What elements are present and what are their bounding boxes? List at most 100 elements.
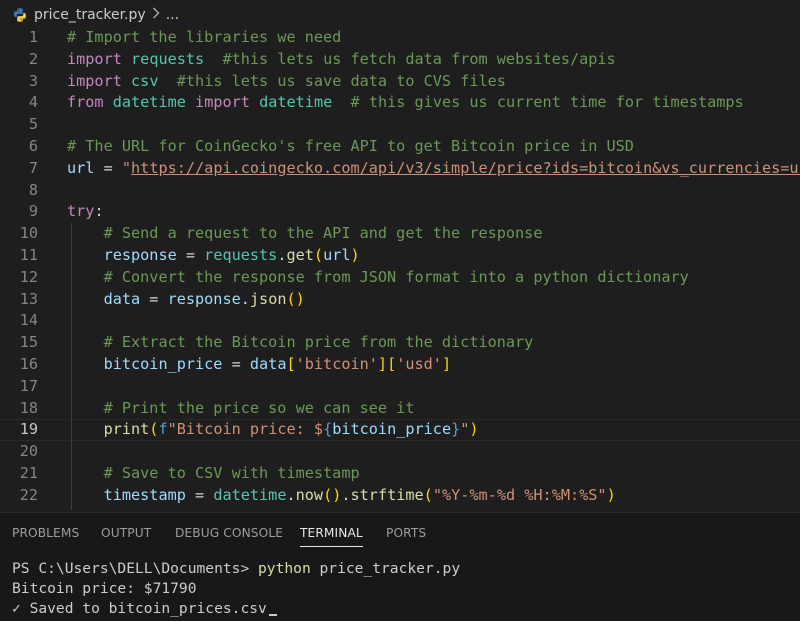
line-number: 22 (19, 485, 38, 504)
code-token: . (286, 485, 296, 504)
code-token: timestamp (103, 485, 186, 504)
tab-terminal[interactable]: TERMINAL (300, 526, 363, 547)
chevron-right-icon (152, 7, 160, 23)
code-token: #this lets us fetch data from websites/a… (222, 49, 616, 68)
code-token: } (451, 420, 461, 439)
tab-problems[interactable]: PROBLEMS (12, 526, 79, 540)
code-line[interactable]: 10 # Send a request to the API and get t… (0, 223, 800, 245)
code-token: # Save to CSV with timestamp (103, 464, 360, 482)
code-line[interactable]: 4 from datetime import datetime # this gi… (0, 92, 800, 114)
line-number: 7 (28, 158, 38, 177)
terminal-command: python (258, 560, 311, 577)
code-token: . (341, 485, 351, 504)
code-token: # Print the price so we can see it (103, 398, 415, 417)
code-text: from datetime import datetime # this giv… (67, 92, 744, 114)
code-text: import requests #this lets us fetch data… (67, 49, 616, 71)
line-number: 23 (0, 507, 38, 510)
code-token: "%Y-%m-%d %H:%M:%S" (432, 485, 607, 504)
code-token: () (323, 485, 342, 504)
code-line[interactable]: 14 (0, 310, 800, 332)
code-token: datetime (213, 485, 287, 504)
code-line[interactable]: 17 (0, 376, 800, 398)
terminal-args: price_tracker.py (310, 560, 461, 577)
code-line[interactable]: 15 # Extract the Bitcoin price from the … (0, 332, 800, 354)
code-line[interactable]: 3 import csv #this lets us save data to C… (0, 71, 800, 93)
code-token: f (158, 420, 168, 439)
tab-output[interactable]: OUTPUT (101, 526, 151, 540)
code-line[interactable]: 9 try: (0, 201, 800, 223)
code-token: requests (131, 49, 205, 68)
code-token: bitcoin_price (332, 420, 452, 439)
line-number: 11 (19, 246, 38, 264)
code-text: # Print the price so we can see it (67, 398, 415, 420)
code-text: import csv #this lets us save data to CV… (67, 71, 506, 93)
code-token: bitcoin_price (103, 355, 223, 373)
code-line[interactable]: 11 response = requests.get(url) (0, 245, 800, 267)
line-number: 3 (28, 71, 38, 90)
code-line[interactable]: 22 timestamp = datetime.now().strftime("… (0, 485, 800, 507)
code-line[interactable]: 20 (0, 441, 800, 463)
line-number: 17 (19, 376, 38, 395)
code-token: data (249, 355, 287, 373)
line-number: 19 (19, 420, 38, 439)
code-token: = (185, 485, 214, 504)
code-line[interactable]: 12 # Convert the response from JSON form… (0, 267, 800, 289)
code-token: url (67, 158, 95, 177)
tab-debug-console[interactable]: DEBUG CONSOLE (175, 526, 283, 540)
code-text: # Save to CSV with timestamp (67, 463, 360, 485)
code-text: try: (67, 201, 104, 223)
code-token: "Bitcoin price: $ (167, 420, 324, 439)
code-token: import (195, 93, 250, 112)
code-token: #this lets us save data to CVS files (176, 71, 506, 90)
terminal-command-line[interactable]: PS C:\Users\DELL\Documents> python price… (12, 559, 460, 579)
code-token: = (176, 246, 205, 264)
code-text: # Extract the Bitcoin price from the dic… (67, 332, 534, 354)
code-token: [ (286, 355, 296, 373)
code-token: 'bitcoin' (295, 355, 378, 373)
code-line[interactable]: 6 # The URL for CoinGecko's free API to g… (0, 136, 800, 158)
terminal-output-saved-text: ✓ Saved to bitcoin_prices.csv (12, 600, 267, 617)
code-line[interactable]: 1 # Import the libraries we need (0, 27, 800, 49)
tab-ports[interactable]: PORTS (386, 526, 426, 540)
code-token: # Extract the Bitcoin price from the dic… (103, 333, 534, 352)
code-line[interactable]: 19 print(f"Bitcoin price: ${bitcoin_pric… (0, 419, 800, 441)
code-line[interactable]: 16 bitcoin_price = data['bitcoin']['usd'… (0, 354, 800, 376)
code-token: url (323, 246, 351, 264)
code-editor[interactable]: 1 # Import the libraries we need 2 import r… (0, 27, 800, 510)
breadcrumb-more[interactable]: ... (166, 7, 179, 23)
code-line[interactable]: 23 # Open (or create) a CSV file to stor… (0, 507, 800, 510)
code-line[interactable]: 21 # Save to CSV with timestamp (0, 463, 800, 485)
line-number: 15 (19, 333, 38, 352)
code-line[interactable]: 2 import requests #this lets us fetch dat… (0, 49, 800, 71)
code-line[interactable]: 8 (0, 180, 800, 202)
code-token: () (286, 289, 305, 308)
code-token: requests (204, 246, 278, 264)
code-token: ) (606, 485, 616, 504)
code-token: ) (469, 420, 479, 439)
code-token: { (323, 420, 333, 439)
code-line[interactable]: 7 url = "https://api.coingecko.com/api/v3… (0, 158, 800, 180)
code-token: 'usd' (396, 355, 442, 373)
code-line[interactable]: 13 data = response.json() (0, 289, 800, 311)
code-text: print(f"Bitcoin price: ${bitcoin_price}"… (67, 419, 479, 441)
code-token: print (103, 420, 150, 439)
terminal-output-price: Bitcoin price: $71790 (12, 580, 197, 597)
python-file-icon (14, 8, 26, 22)
code-line[interactable]: 18 # Print the price so we can see it (0, 398, 800, 420)
breadcrumb-file[interactable]: price_tracker.py (34, 7, 146, 23)
code-text: # Convert the response from JSON format … (67, 267, 689, 289)
code-text: # The URL for CoinGecko's free API to ge… (67, 136, 634, 158)
code-token: data (103, 289, 141, 308)
code-line[interactable]: 5 (0, 114, 800, 136)
code-text: response = requests.get(url) (67, 245, 360, 267)
code-token: ) (350, 246, 360, 264)
